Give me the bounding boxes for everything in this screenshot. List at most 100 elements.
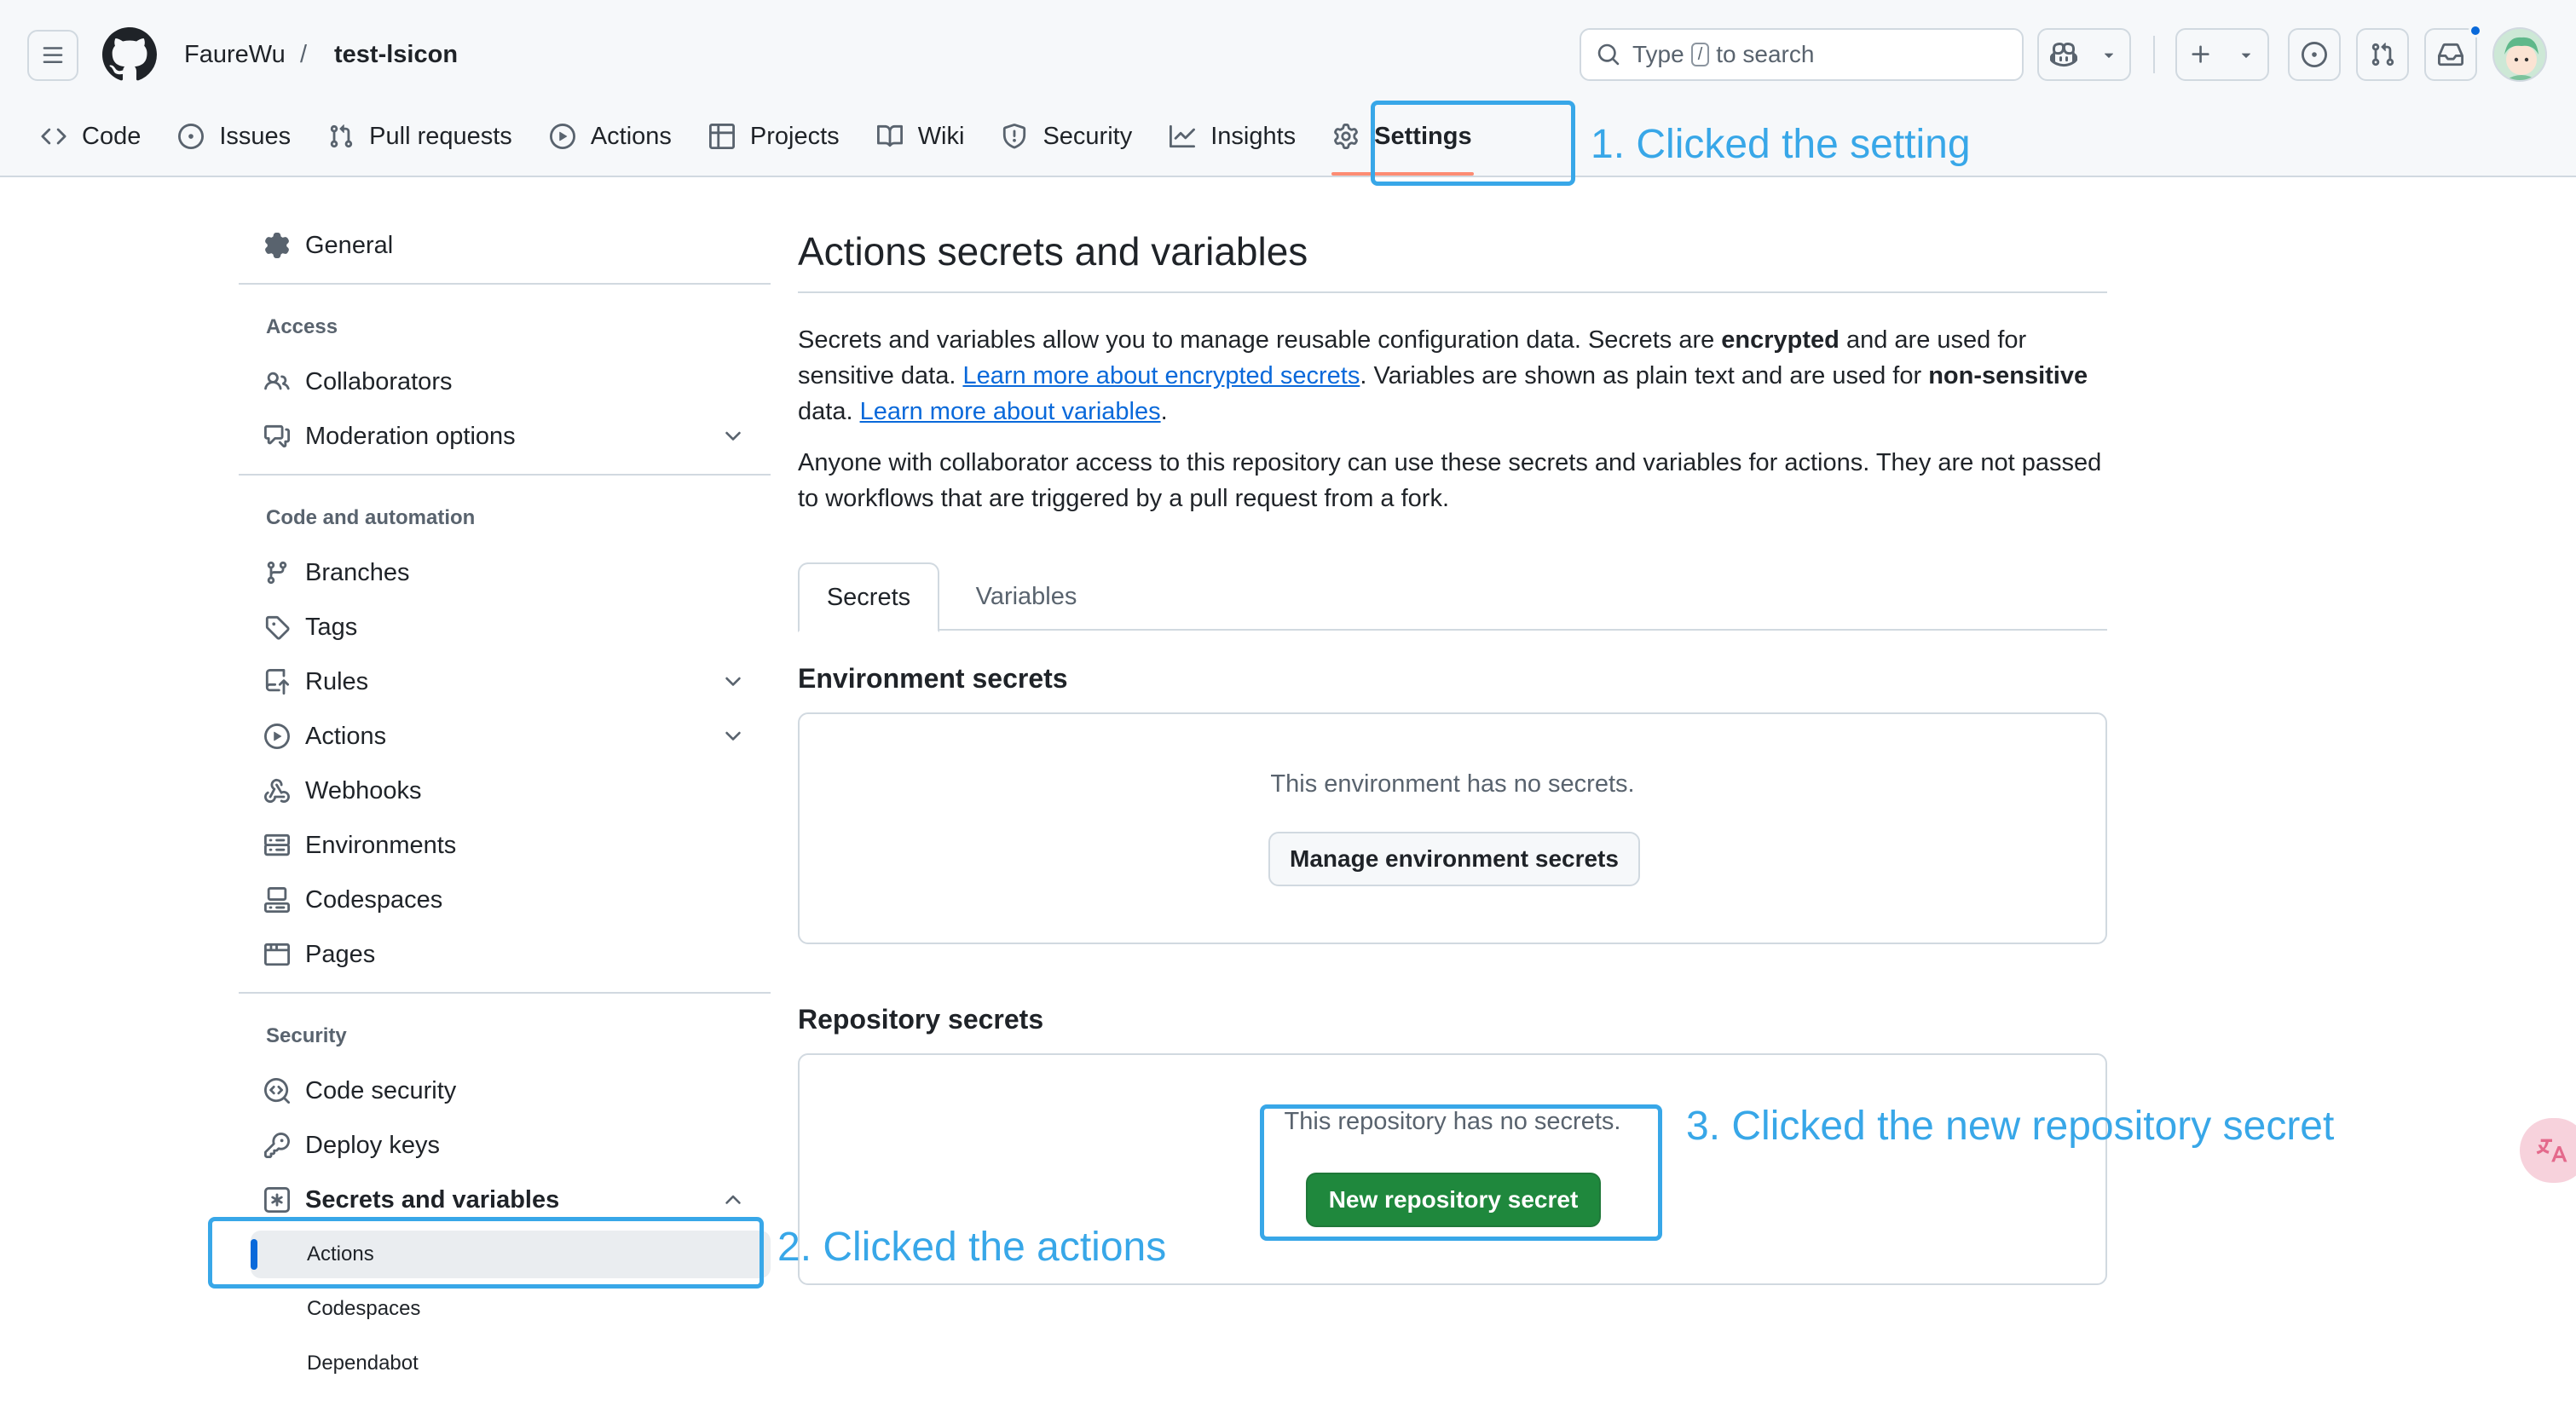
annotation-box-settings <box>1371 101 1575 186</box>
tab-pull-requests[interactable]: Pull requests <box>315 112 526 160</box>
hamburger-icon <box>43 47 63 63</box>
notification-dot <box>2469 24 2482 37</box>
chevron-up-icon <box>725 1195 741 1204</box>
sidebar-item-actions[interactable]: Actions <box>239 712 771 760</box>
secrets-variables-tabs: Secrets Variables <box>798 562 2107 632</box>
sidebar-item-label: Webhooks <box>305 776 422 804</box>
sidebar-divider <box>239 474 771 476</box>
intro-text: Secrets and variables allow you to manag… <box>798 326 1722 354</box>
tab-actions[interactable]: Actions <box>536 112 685 160</box>
search-icon <box>1597 43 1620 66</box>
sidebar-heading-code-automation: Code and automation <box>266 506 476 529</box>
intro-text: data. <box>798 398 860 425</box>
tab-variables[interactable]: Variables <box>939 562 1113 631</box>
tab-code[interactable]: Code <box>27 112 154 160</box>
git-branch-icon <box>267 561 287 585</box>
tab-issues[interactable]: Issues <box>165 112 304 160</box>
annotation-step-3: 3. Clicked the new repository secret <box>1686 1104 2335 1149</box>
issues-button[interactable] <box>2288 28 2341 81</box>
sidebar-subitem-label: Codespaces <box>307 1297 421 1320</box>
pull-requests-button[interactable] <box>2356 28 2409 81</box>
header-divider <box>2153 36 2155 73</box>
learn-variables-link[interactable]: Learn more about variables <box>860 398 1161 425</box>
sidebar-item-code-security[interactable]: Code security <box>239 1067 771 1115</box>
issue-opened-icon <box>178 124 205 149</box>
inbox-icon <box>2438 43 2463 66</box>
browser-icon <box>264 943 290 966</box>
tab-label: Pull requests <box>369 122 512 150</box>
sidebar-item-moderation-options[interactable]: Moderation options <box>239 412 771 460</box>
play-icon <box>264 724 290 749</box>
book-icon <box>876 124 903 147</box>
chevron-down-icon <box>725 431 741 441</box>
tab-insights[interactable]: Insights <box>1156 112 1309 160</box>
sidebar-subitem-codespaces[interactable]: Codespaces <box>239 1285 771 1333</box>
sidebar-item-codespaces[interactable]: Codespaces <box>239 876 771 924</box>
sidebar-subitem-dependabot[interactable]: Dependabot <box>239 1340 771 1387</box>
comment-discussion-icon <box>264 424 290 448</box>
intro-emphasis: non-sensitive <box>1928 362 2088 389</box>
triangle-down-icon <box>2104 53 2114 58</box>
menu-button[interactable] <box>27 30 78 81</box>
graph-icon <box>1170 124 1196 148</box>
intro-text: . Variables are shown as plain text and … <box>1360 362 1929 389</box>
sidebar-item-general[interactable]: General <box>239 222 771 269</box>
tab-projects[interactable]: Projects <box>696 112 853 160</box>
sidebar-item-label: Moderation options <box>305 422 516 450</box>
access-note: Anyone with collaborator access to this … <box>798 449 2102 512</box>
tab-secrets[interactable]: Secrets <box>798 562 939 632</box>
gear-icon <box>265 233 289 258</box>
chevron-down-icon <box>725 677 741 686</box>
triangle-down-icon <box>2241 53 2251 58</box>
sidebar-item-rules[interactable]: Rules <box>239 658 771 706</box>
avatar[interactable] <box>2492 27 2547 82</box>
sidebar-subitem-label: Dependabot <box>307 1352 419 1375</box>
manage-environment-secrets-button[interactable]: Manage environment secrets <box>1268 832 1640 886</box>
sidebar-item-label: Collaborators <box>305 367 453 395</box>
copilot-button[interactable] <box>2037 28 2131 81</box>
server-icon <box>264 833 290 856</box>
learn-encrypted-secrets-link[interactable]: Learn more about encrypted secrets <box>962 362 1360 389</box>
repository-secrets-title: Repository secrets <box>798 1004 1044 1035</box>
global-header: FaureWu / test-lsicon Type / to search C… <box>0 0 2576 177</box>
translate-button[interactable] <box>2520 1118 2576 1183</box>
sidebar-item-label: Secrets and variables <box>305 1185 560 1214</box>
sidebar-item-pages[interactable]: Pages <box>239 931 771 978</box>
annotation-step-2: 2. Clicked the actions <box>777 1225 1167 1270</box>
table-icon <box>708 124 735 149</box>
people-icon <box>264 372 290 390</box>
copilot-icon <box>2050 42 2077 67</box>
inbox-button[interactable] <box>2424 28 2477 81</box>
breadcrumb-owner[interactable]: FaureWu <box>184 37 286 72</box>
search-input[interactable]: Type / to search <box>1580 28 2024 81</box>
intro-emphasis: encrypted <box>1721 326 1840 354</box>
sidebar-heading-security: Security <box>266 1024 347 1047</box>
breadcrumb-repo[interactable]: test-lsicon <box>334 37 458 72</box>
tab-label: Security <box>1043 122 1133 150</box>
git-pull-request-icon <box>330 124 353 148</box>
sidebar-item-deploy-keys[interactable]: Deploy keys <box>239 1121 771 1169</box>
sidebar-item-environments[interactable]: Environments <box>239 822 771 869</box>
sidebar-item-label: Codespaces <box>305 885 443 914</box>
sidebar-item-label: Branches <box>305 558 410 586</box>
tab-security[interactable]: Security <box>988 112 1146 160</box>
github-logo-icon[interactable] <box>102 27 157 82</box>
annotation-step-1: 1. Clicked the setting <box>1591 122 1971 167</box>
tag-icon <box>265 615 290 640</box>
key-icon <box>264 1133 290 1158</box>
tab-wiki[interactable]: Wiki <box>863 112 979 160</box>
intro-text: . <box>1160 398 1168 425</box>
play-icon <box>549 124 575 149</box>
environment-secrets-title: Environment secrets <box>798 663 1068 694</box>
tab-label: Wiki <box>917 122 965 150</box>
annotation-box-actions <box>208 1217 764 1289</box>
sidebar-item-collaborators[interactable]: Collaborators <box>239 358 771 406</box>
sidebar-item-label: Deploy keys <box>305 1131 440 1159</box>
create-new-button[interactable] <box>2175 28 2269 81</box>
sidebar-divider <box>239 283 771 285</box>
sidebar-item-branches[interactable]: Branches <box>239 549 771 597</box>
key-asterisk-icon <box>264 1187 290 1213</box>
sidebar-item-tags[interactable]: Tags <box>239 603 771 651</box>
sidebar-item-webhooks[interactable]: Webhooks <box>239 767 771 815</box>
codescan-icon <box>264 1078 290 1104</box>
